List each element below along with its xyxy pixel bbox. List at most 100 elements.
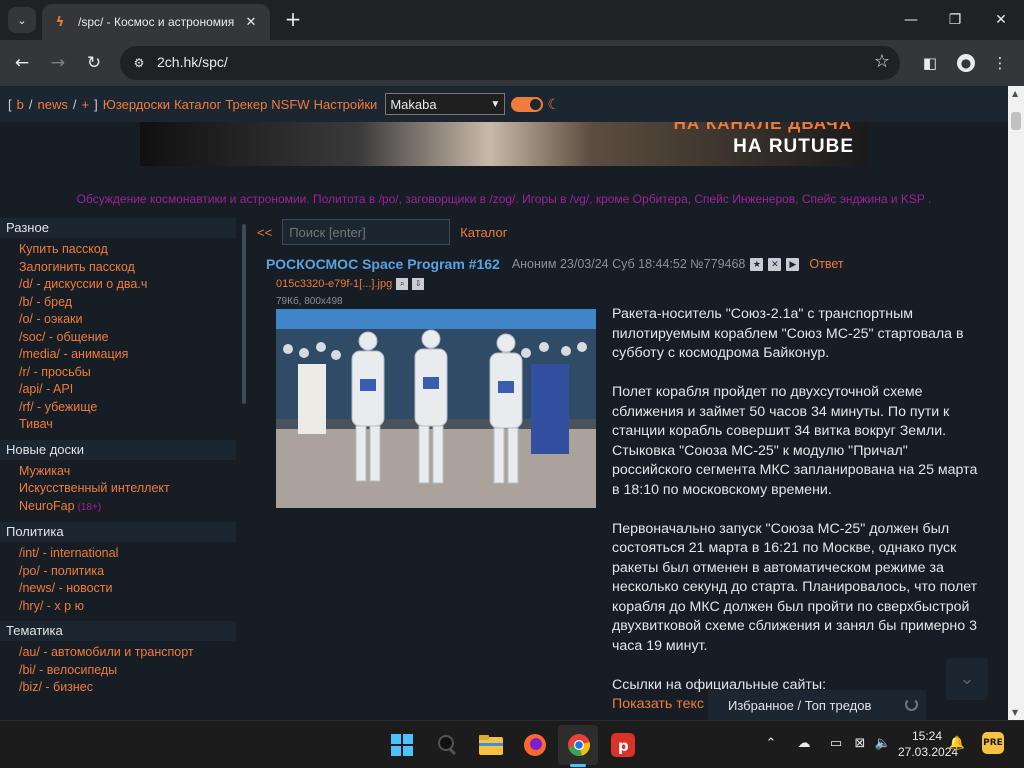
hide-icon[interactable]: ✕ <box>768 257 782 271</box>
new-tab-button[interactable]: + <box>282 9 304 31</box>
page-viewport: [ b / news / + ] Юзердоски Каталог Треке… <box>0 86 1008 720</box>
url-text[interactable]: 2ch.hk/spc/ <box>157 54 228 70</box>
nav-userboards[interactable]: Юзердоски <box>103 97 170 112</box>
file-explorer-icon[interactable] <box>477 731 505 759</box>
reload-icon[interactable]: ↻ <box>82 51 106 75</box>
sidebar-item[interactable]: /o/ - оэкаки <box>0 311 236 329</box>
scroll-down-button[interactable]: ⌄ <box>946 658 988 700</box>
sidebar-group-title: Новые доски <box>0 439 236 460</box>
search-icon[interactable] <box>434 731 462 759</box>
browser-titlebar: ⌄ ϟ /spc/ - Космос и астрономия ✕ + — ❐ … <box>0 0 1024 40</box>
adult-tag: (18+) <box>77 501 102 513</box>
minimize-button[interactable]: — <box>896 8 926 32</box>
side-panel-icon[interactable]: ◧ <box>918 51 942 75</box>
post-image-cosmonauts[interactable] <box>276 309 596 508</box>
favorites-bar[interactable]: Избранное / Топ тредов <box>708 690 926 720</box>
moon-icon: ☾ <box>547 95 560 112</box>
tray-chevron-up-icon[interactable]: ⌃ <box>762 735 780 753</box>
sidebar-item[interactable]: /soc/ - общение <box>0 329 236 347</box>
chevron-down-icon: ⌄ <box>17 13 27 27</box>
forward-arrow-icon[interactable]: → <box>46 51 70 75</box>
windows-start-icon[interactable] <box>388 731 416 759</box>
nav-nsfw[interactable]: NSFW <box>271 97 309 112</box>
sidebar-item[interactable]: Залогинить пасскод <box>0 259 236 277</box>
scroll-up-arrow-icon[interactable]: ▲ <box>1012 89 1018 98</box>
nav-settings[interactable]: Настройки <box>314 97 378 112</box>
bookmark-star-icon[interactable]: ☆ <box>874 51 890 72</box>
browser-tab-active[interactable]: ϟ /spc/ - Космос и астрономия ✕ <box>42 4 270 40</box>
profile-icon[interactable]: ● <box>957 54 975 72</box>
svg-text:p: p <box>618 737 629 755</box>
dark-mode-toggle[interactable] <box>511 96 544 112</box>
sidebar-item[interactable]: /au/ - автомобили и транспорт <box>0 644 236 662</box>
onedrive-icon[interactable]: ☁ <box>795 735 813 753</box>
style-select[interactable]: Makaba ▼ <box>385 93 506 115</box>
play-icon[interactable]: ▶ <box>786 257 800 271</box>
scroll-down-arrow-icon[interactable]: ▼ <box>1012 708 1018 717</box>
scroll-thumb[interactable] <box>1011 112 1021 130</box>
dropdown-arrow-icon: ▼ <box>490 98 501 110</box>
address-bar[interactable]: ⚙ 2ch.hk/spc/ ☆ <box>120 46 900 80</box>
sidebar-item[interactable]: /api/ - API <box>0 381 236 399</box>
site-info-icon[interactable]: ⚙ <box>130 54 148 72</box>
sidebar-item[interactable]: /hry/ - х р ю <box>0 598 236 616</box>
download-icon[interactable]: ⇩ <box>412 278 425 290</box>
flash-favicon-icon: ϟ <box>55 14 65 30</box>
restore-button[interactable]: ❐ <box>940 8 970 32</box>
board-description: Обсуждение космонавтики и астрономии. По… <box>76 192 932 206</box>
sidebar-item[interactable]: /bi/ - велосипеды <box>0 662 236 680</box>
display-icon[interactable]: ▭ <box>827 735 845 753</box>
network-icon[interactable]: ⊠ <box>851 735 869 753</box>
thread-title: РОСКОСМОС Space Program #162 <box>266 256 500 272</box>
widgets-icon[interactable]: PRE <box>982 732 1004 754</box>
close-window-button[interactable]: ✕ <box>986 8 1016 32</box>
psiphon-icon[interactable]: p <box>609 731 637 759</box>
tab-close-icon[interactable]: ✕ <box>242 15 260 30</box>
tab-search-button[interactable]: ⌄ <box>8 7 36 33</box>
rutube-banner[interactable]: НА КАНАЛЕ ДВАЧА НА RUTUBE <box>140 122 868 166</box>
menu-dots-icon[interactable]: ⋮ <box>988 51 1012 75</box>
sidebar-item[interactable]: /r/ - просьбы <box>0 364 236 382</box>
sidebar-item[interactable]: /news/ - новости <box>0 580 236 598</box>
sidebar-item[interactable]: /rf/ - убежище <box>0 399 236 417</box>
firefox-icon[interactable] <box>521 731 549 759</box>
post-meta[interactable]: Аноним 23/03/24 Суб 18:44:52 №779468 <box>512 257 746 271</box>
sidebar-item[interactable]: Мужикач <box>0 463 236 481</box>
sidebar-item-neurofap[interactable]: NeuroFap (18+) <box>0 498 236 517</box>
sidebar-item[interactable]: /media/ - анимация <box>0 346 236 364</box>
tab-title: /spc/ - Космос и астрономия <box>78 15 235 29</box>
file-name-link[interactable]: 015c3320-e79f-1[...].jpg <box>276 278 392 290</box>
nav-link-news[interactable]: news <box>37 97 67 112</box>
windows-taskbar: p ⌃ ☁ ▭ ⊠ 🔈 15:24 27.03.2024 🔔 PRE <box>0 720 1024 768</box>
sidebar-item[interactable]: /biz/ - бизнес <box>0 679 236 697</box>
board-sidebar: Разное Купить пасскод Залогинить пасскод… <box>0 218 236 720</box>
nav-catalog[interactable]: Каталог <box>174 97 221 112</box>
back-link[interactable]: << <box>257 225 272 240</box>
sidebar-item[interactable]: /int/ - international <box>0 545 236 563</box>
sidebar-item[interactable]: Купить пасскод <box>0 241 236 259</box>
volume-icon[interactable]: 🔈 <box>874 735 892 753</box>
nav-link-plus[interactable]: + <box>81 97 89 112</box>
sidebar-item[interactable]: /d/ - дискуссии о два.ч <box>0 276 236 294</box>
back-arrow-icon[interactable]: ← <box>10 51 34 75</box>
image-search-icon[interactable]: ⌕ <box>396 278 409 290</box>
reply-link[interactable]: Ответ <box>809 257 843 271</box>
sidebar-item[interactable]: /po/ - политика <box>0 563 236 581</box>
nav-link-b[interactable]: b <box>17 97 24 112</box>
loading-spinner-icon <box>905 698 918 711</box>
notification-bell-icon[interactable]: 🔔 <box>948 735 966 753</box>
search-input[interactable] <box>282 219 451 245</box>
nav-tracker[interactable]: Трекер <box>225 97 267 112</box>
sidebar-item[interactable]: Искусственный интеллект <box>0 480 236 498</box>
sidebar-item[interactable]: /b/ - бред <box>0 294 236 312</box>
chrome-icon[interactable] <box>565 731 593 759</box>
sidebar-scrollbar[interactable] <box>242 224 246 404</box>
page-scrollbar[interactable]: ▲ ▼ <box>1008 86 1024 720</box>
show-full-text-link[interactable]: Показать текс <box>612 696 704 712</box>
sidebar-item[interactable]: Тивач <box>0 416 236 434</box>
catalog-link[interactable]: Каталог <box>460 225 507 240</box>
sidebar-group-title: Разное <box>0 218 236 238</box>
sidebar-group-topics: Тематика /au/ - автомобили и транспорт /… <box>0 621 236 697</box>
sidebar-group-title: Тематика <box>0 621 236 641</box>
star-icon[interactable]: ★ <box>750 257 764 271</box>
